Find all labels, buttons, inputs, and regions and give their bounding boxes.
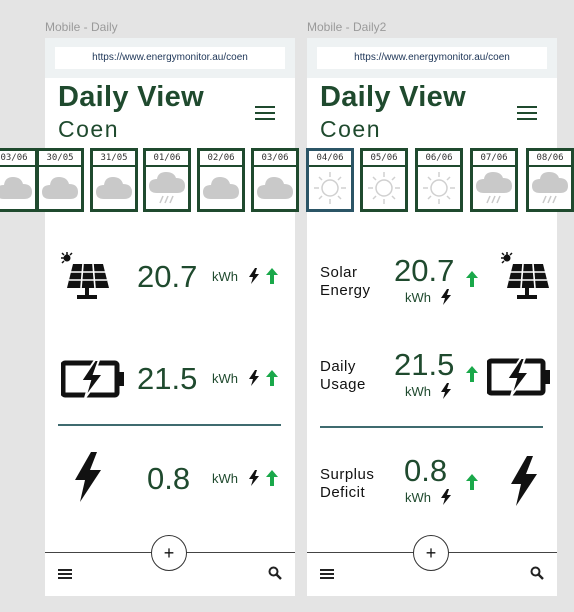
battery-icon (487, 358, 550, 396)
solar-unit: kWh (405, 290, 431, 305)
trend-up-icon (466, 271, 478, 287)
small-bolt-icon (441, 383, 451, 399)
metric-label: Solar Energy (320, 264, 371, 299)
trend-up-icon (466, 366, 478, 382)
solar-unit: kWh (212, 269, 238, 284)
day-tile[interactable]: 03/06 (251, 148, 299, 212)
page-title: Daily View (58, 81, 204, 113)
url-field[interactable]: https://www.energymonitor.au/coen (317, 47, 547, 69)
usage-value: 21.5 (394, 347, 455, 382)
day-date: 07/06 (473, 151, 515, 167)
day-date: 03/06 (254, 151, 296, 167)
menu-icon[interactable] (517, 106, 537, 120)
page-title: Daily View (320, 81, 466, 113)
small-bolt-icon (249, 470, 259, 486)
add-button[interactable]: + (413, 535, 449, 571)
day-carousel[interactable]: 03/06 30/05 31/05 01/06 02/06 03/06 04/06 05/06… (0, 148, 574, 218)
rain-icon (146, 171, 188, 205)
day-date: 02/06 (200, 151, 242, 167)
trend-up-icon (466, 474, 478, 490)
day-tile[interactable]: 31/05 (90, 148, 138, 212)
location-subtitle: Coen (58, 116, 119, 142)
usage-unit: kWh (212, 371, 238, 386)
day-date: 30/05 (39, 151, 81, 167)
day-tile[interactable]: 07/06 (470, 148, 518, 212)
usage-value: 21.5 (137, 361, 198, 396)
day-tile[interactable]: 03/06 (0, 148, 38, 212)
day-tile[interactable]: 02/06 (197, 148, 245, 212)
menu-icon[interactable] (255, 106, 275, 120)
mobile-frame-daily2: https://www.energymonitor.au/coen Daily … (307, 38, 557, 596)
solar-value: 20.7 (394, 253, 455, 288)
day-date: 04/06 (309, 151, 351, 167)
lightning-icon (75, 452, 101, 502)
divider (320, 426, 543, 428)
day-tile[interactable]: 01/06 (143, 148, 191, 212)
metric-label: Daily Usage (320, 358, 366, 393)
rain-icon (529, 171, 571, 205)
search-icon[interactable] (268, 566, 282, 580)
solar-panel-icon (501, 252, 549, 299)
small-bolt-icon (249, 268, 259, 284)
address-bar: https://www.energymonitor.au/coen (45, 38, 295, 78)
url-field[interactable]: https://www.energymonitor.au/coen (55, 47, 285, 69)
bottom-menu-icon[interactable] (320, 569, 334, 579)
surplus-unit: kWh (405, 490, 431, 505)
frame-label: Mobile - Daily (45, 20, 118, 34)
day-date: 08/06 (529, 151, 571, 167)
sun-icon (309, 171, 351, 205)
search-icon[interactable] (530, 566, 544, 580)
lightning-icon (511, 456, 537, 506)
cloud-icon (200, 171, 242, 205)
mobile-frame-daily: https://www.energymonitor.au/coen Daily … (45, 38, 295, 596)
day-date: 06/06 (418, 151, 460, 167)
day-tile[interactable]: 06/06 (415, 148, 463, 212)
location-subtitle: Coen (320, 116, 381, 142)
day-date: 31/05 (93, 151, 135, 167)
frame-label: Mobile - Daily2 (307, 20, 387, 34)
divider (58, 424, 281, 426)
rain-icon (473, 171, 515, 205)
sun-icon (418, 171, 460, 205)
day-tile[interactable]: 08/06 (526, 148, 574, 212)
solar-panel-icon (61, 252, 109, 299)
sun-icon (363, 171, 405, 205)
cloud-icon (254, 171, 296, 205)
surplus-unit: kWh (212, 471, 238, 486)
cloud-icon (0, 171, 35, 205)
surplus-value: 0.8 (404, 453, 448, 488)
address-bar: https://www.energymonitor.au/coen (307, 38, 557, 78)
small-bolt-icon (441, 489, 451, 505)
metric-label: Surplus Deficit (320, 466, 375, 501)
solar-value: 20.7 (137, 259, 198, 294)
trend-up-icon (266, 268, 278, 284)
cloud-icon (93, 171, 135, 205)
day-date: 03/06 (0, 151, 35, 167)
surplus-value: 0.8 (147, 461, 191, 496)
small-bolt-icon (249, 370, 259, 386)
usage-unit: kWh (405, 384, 431, 399)
day-date: 01/06 (146, 151, 188, 167)
trend-up-icon (266, 470, 278, 486)
cloud-icon (39, 171, 81, 205)
day-tile[interactable]: 05/06 (360, 148, 408, 212)
trend-up-icon (266, 370, 278, 386)
battery-icon (61, 360, 124, 398)
add-button[interactable]: + (151, 535, 187, 571)
day-date: 05/06 (363, 151, 405, 167)
day-tile[interactable]: 04/06 (306, 148, 354, 212)
bottom-menu-icon[interactable] (58, 569, 72, 579)
small-bolt-icon (441, 289, 451, 305)
day-tile[interactable]: 30/05 (36, 148, 84, 212)
